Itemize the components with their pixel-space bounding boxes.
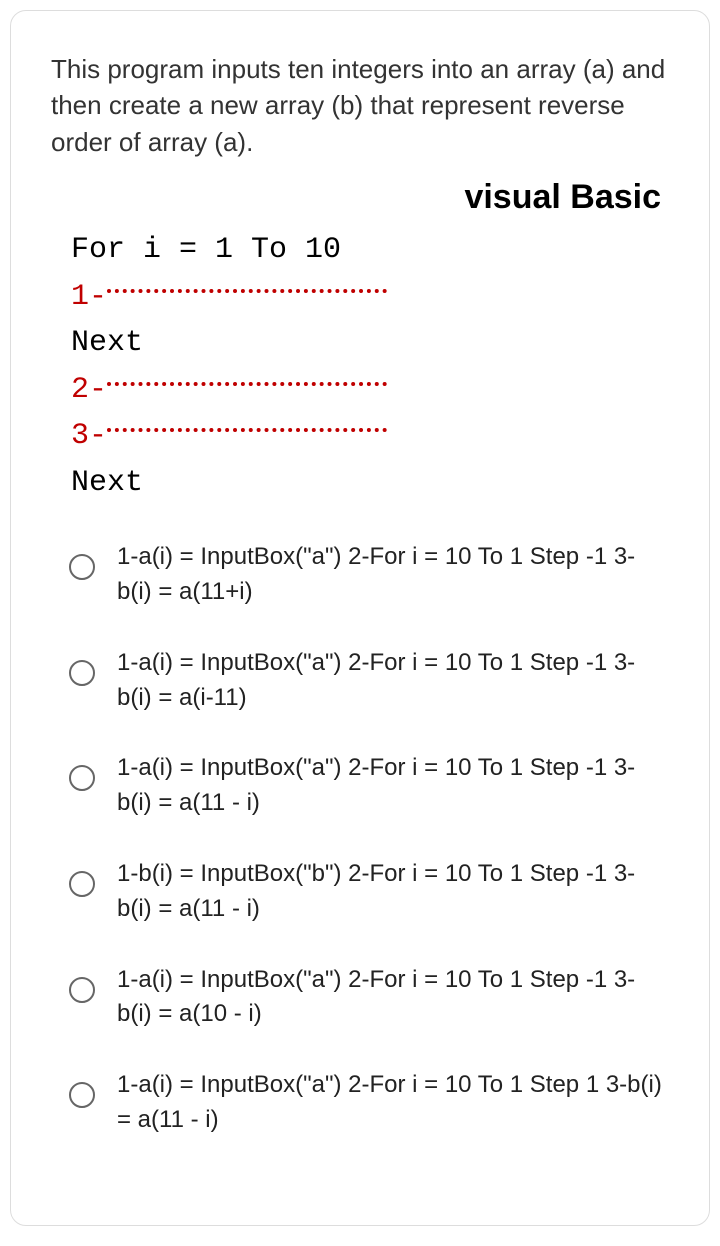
radio-icon [69, 765, 95, 791]
question-card: This program inputs ten integers into an… [10, 10, 710, 1226]
code-line-1: For i = 1 To 10 [71, 227, 669, 274]
option-text: 1-b(i) = InputBox("b") 2-For i = 10 To 1… [117, 857, 669, 927]
code-blank-1: 1- [71, 274, 669, 321]
question-text: This program inputs ten integers into an… [51, 51, 669, 160]
option-text: 1-a(i) = InputBox("a") 2-For i = 10 To 1… [117, 1068, 669, 1138]
option-text: 1-a(i) = InputBox("a") 2-For i = 10 To 1… [117, 751, 669, 821]
blank-dots-3 [107, 428, 387, 432]
options-group: 1-a(i) = InputBox("a") 2-For i = 10 To 1… [51, 540, 669, 1138]
option-text: 1-a(i) = InputBox("a") 2-For i = 10 To 1… [117, 646, 669, 716]
option-text: 1-a(i) = InputBox("a") 2-For i = 10 To 1… [117, 540, 669, 610]
option-5[interactable]: 1-a(i) = InputBox("a") 2-For i = 10 To 1… [51, 963, 669, 1033]
radio-icon [69, 871, 95, 897]
blank-number-2: 2- [71, 373, 107, 407]
option-3[interactable]: 1-a(i) = InputBox("a") 2-For i = 10 To 1… [51, 751, 669, 821]
option-1[interactable]: 1-a(i) = InputBox("a") 2-For i = 10 To 1… [51, 540, 669, 610]
option-2[interactable]: 1-a(i) = InputBox("a") 2-For i = 10 To 1… [51, 646, 669, 716]
radio-icon [69, 1082, 95, 1108]
code-line-2: Next [71, 320, 669, 367]
radio-icon [69, 554, 95, 580]
option-6[interactable]: 1-a(i) = InputBox("a") 2-For i = 10 To 1… [51, 1068, 669, 1138]
blank-number-1: 1- [71, 280, 107, 314]
code-blank-2: 2- [71, 367, 669, 414]
blank-dots-1 [107, 289, 387, 293]
blank-dots-2 [107, 382, 387, 386]
option-4[interactable]: 1-b(i) = InputBox("b") 2-For i = 10 To 1… [51, 857, 669, 927]
code-blank-3: 3- [71, 413, 669, 460]
radio-icon [69, 660, 95, 686]
code-block: For i = 1 To 10 1- Next 2- 3- Next [71, 227, 669, 506]
option-text: 1-a(i) = InputBox("a") 2-For i = 10 To 1… [117, 963, 669, 1033]
language-label: visual Basic [51, 178, 669, 217]
blank-number-3: 3- [71, 419, 107, 453]
radio-icon [69, 977, 95, 1003]
code-line-3: Next [71, 460, 669, 507]
